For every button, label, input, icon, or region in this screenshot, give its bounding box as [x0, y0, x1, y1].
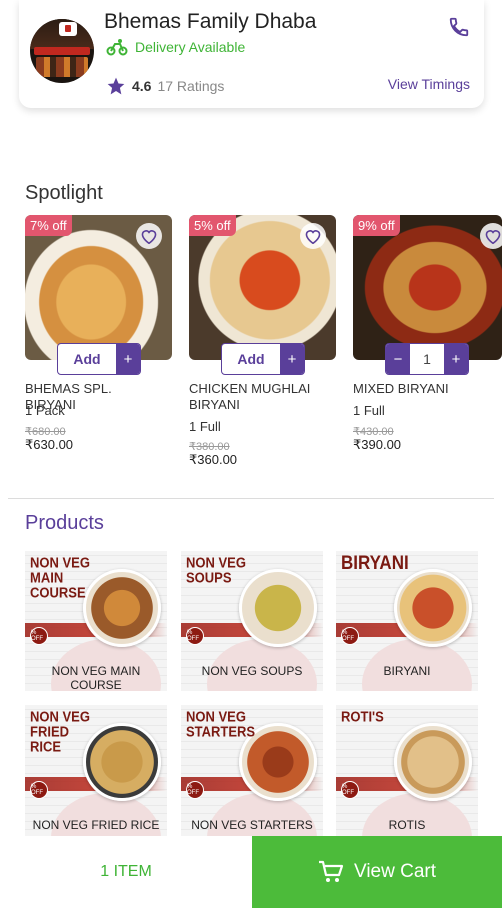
add-label: Add — [73, 351, 101, 367]
item-price: ₹630.00 — [25, 437, 74, 452]
plus-icon: + — [116, 344, 140, 374]
discount-badge: 7% off — [25, 215, 72, 236]
item-price: ₹360.00 — [189, 452, 238, 467]
favorite-button[interactable] — [300, 223, 326, 249]
offer-seal-icon: % OFF — [30, 781, 48, 799]
heart-icon — [141, 230, 157, 244]
cart-summary: 1 ITEM — [0, 836, 252, 908]
rating-value: 4.6 — [132, 78, 152, 94]
spotlight-item[interactable]: 5% off — [189, 215, 336, 360]
category-heading: NON VEG MAIN COURSE — [30, 553, 90, 601]
view-cart-button[interactable]: View Cart — [252, 836, 502, 908]
category-tile[interactable]: ROTI'S % OFF ROTIS — [336, 705, 478, 845]
food-image: 9% off — [353, 215, 502, 360]
add-label: Add — [237, 351, 265, 367]
item-quantity: 1 Full — [189, 419, 221, 434]
discount-badge: 9% off — [353, 215, 400, 236]
category-tile[interactable]: NON VEG MAIN COURSE % OFF NON VEG MAIN C… — [25, 551, 167, 691]
category-tile[interactable]: NON VEG STARTERS % OFF NON VEG STARTERS — [181, 705, 323, 845]
heart-icon — [485, 230, 501, 244]
category-heading: NON VEG SOUPS — [186, 553, 246, 587]
spotlight-item[interactable]: 9% off — [353, 215, 502, 360]
category-heading: NON VEG FRIED RICE — [30, 707, 90, 755]
category-label: BIRYANI — [383, 664, 431, 678]
category-tile[interactable]: NON VEG SOUPS % OFF NON VEG SOUPS — [181, 551, 323, 691]
offer-seal-icon: % OFF — [341, 781, 359, 799]
heart-icon — [305, 230, 321, 244]
category-tile[interactable]: NON VEG FRIED RICE % OFF NON VEG FRIED R… — [25, 705, 167, 845]
plus-icon: + — [280, 344, 304, 374]
item-name: CHICKEN MUGHLAI BIRYANI — [189, 381, 311, 412]
restaurant-logo — [30, 19, 94, 83]
minus-button[interactable]: − — [386, 344, 410, 374]
delivery-status: Delivery Available — [106, 38, 245, 56]
delivery-label: Delivery Available — [135, 39, 246, 55]
item-quantity: 1 Pack — [25, 403, 65, 418]
add-button[interactable]: Add + — [221, 343, 305, 375]
item-name: MIXED BIRYANI — [353, 381, 449, 396]
restaurant-card: Bhemas Family Dhaba Delivery Available 4… — [19, 0, 484, 108]
offer-seal-icon: % OFF — [186, 627, 204, 645]
restaurant-name: Bhemas Family Dhaba — [104, 10, 317, 33]
products-title: Products — [25, 512, 104, 534]
item-quantity: 1 Full — [353, 403, 385, 418]
category-label: NON VEG STARTERS — [191, 818, 313, 832]
category-label: ROTIS — [388, 818, 426, 832]
spotlight-item[interactable]: 7% off — [25, 215, 172, 360]
item-price: ₹390.00 — [353, 437, 402, 452]
food-image: 5% off — [189, 215, 336, 360]
quantity-stepper[interactable]: − 1 + — [385, 343, 469, 375]
rating: 4.6 17 Ratings — [106, 76, 224, 96]
cart-item-count: 1 ITEM — [100, 863, 152, 880]
category-image — [239, 569, 317, 647]
category-label: NON VEG MAIN COURSE — [51, 664, 141, 691]
category-image — [394, 569, 472, 647]
offer-seal-icon: % OFF — [30, 627, 48, 645]
category-heading: NON VEG STARTERS — [186, 707, 256, 741]
ratings-count: 17 Ratings — [157, 78, 225, 94]
offer-seal-icon: % OFF — [341, 627, 359, 645]
add-button[interactable]: Add + — [57, 343, 141, 375]
view-timings-link[interactable]: View Timings — [388, 76, 470, 92]
phone-icon[interactable] — [448, 16, 470, 38]
spotlight-title: Spotlight — [25, 182, 103, 204]
category-label: NON VEG FRIED RICE — [32, 818, 160, 832]
plus-button[interactable]: + — [444, 344, 468, 374]
category-tile[interactable]: BIRYANI % OFF BIRYANI — [336, 551, 478, 691]
scooter-icon — [106, 39, 128, 56]
category-heading: ROTI'S — [341, 707, 384, 726]
offer-seal-icon: % OFF — [186, 781, 204, 799]
category-image — [394, 723, 472, 801]
category-heading: BIRYANI — [341, 551, 409, 574]
category-label: NON VEG SOUPS — [201, 664, 303, 678]
star-icon — [107, 77, 125, 95]
cart-icon — [318, 860, 344, 882]
favorite-button[interactable] — [136, 223, 162, 249]
section-divider — [8, 498, 494, 499]
view-cart-label: View Cart — [353, 861, 436, 882]
discount-badge: 5% off — [189, 215, 236, 236]
favorite-button[interactable] — [480, 223, 502, 249]
quantity-value: 1 — [423, 351, 431, 367]
food-image: 7% off — [25, 215, 172, 360]
